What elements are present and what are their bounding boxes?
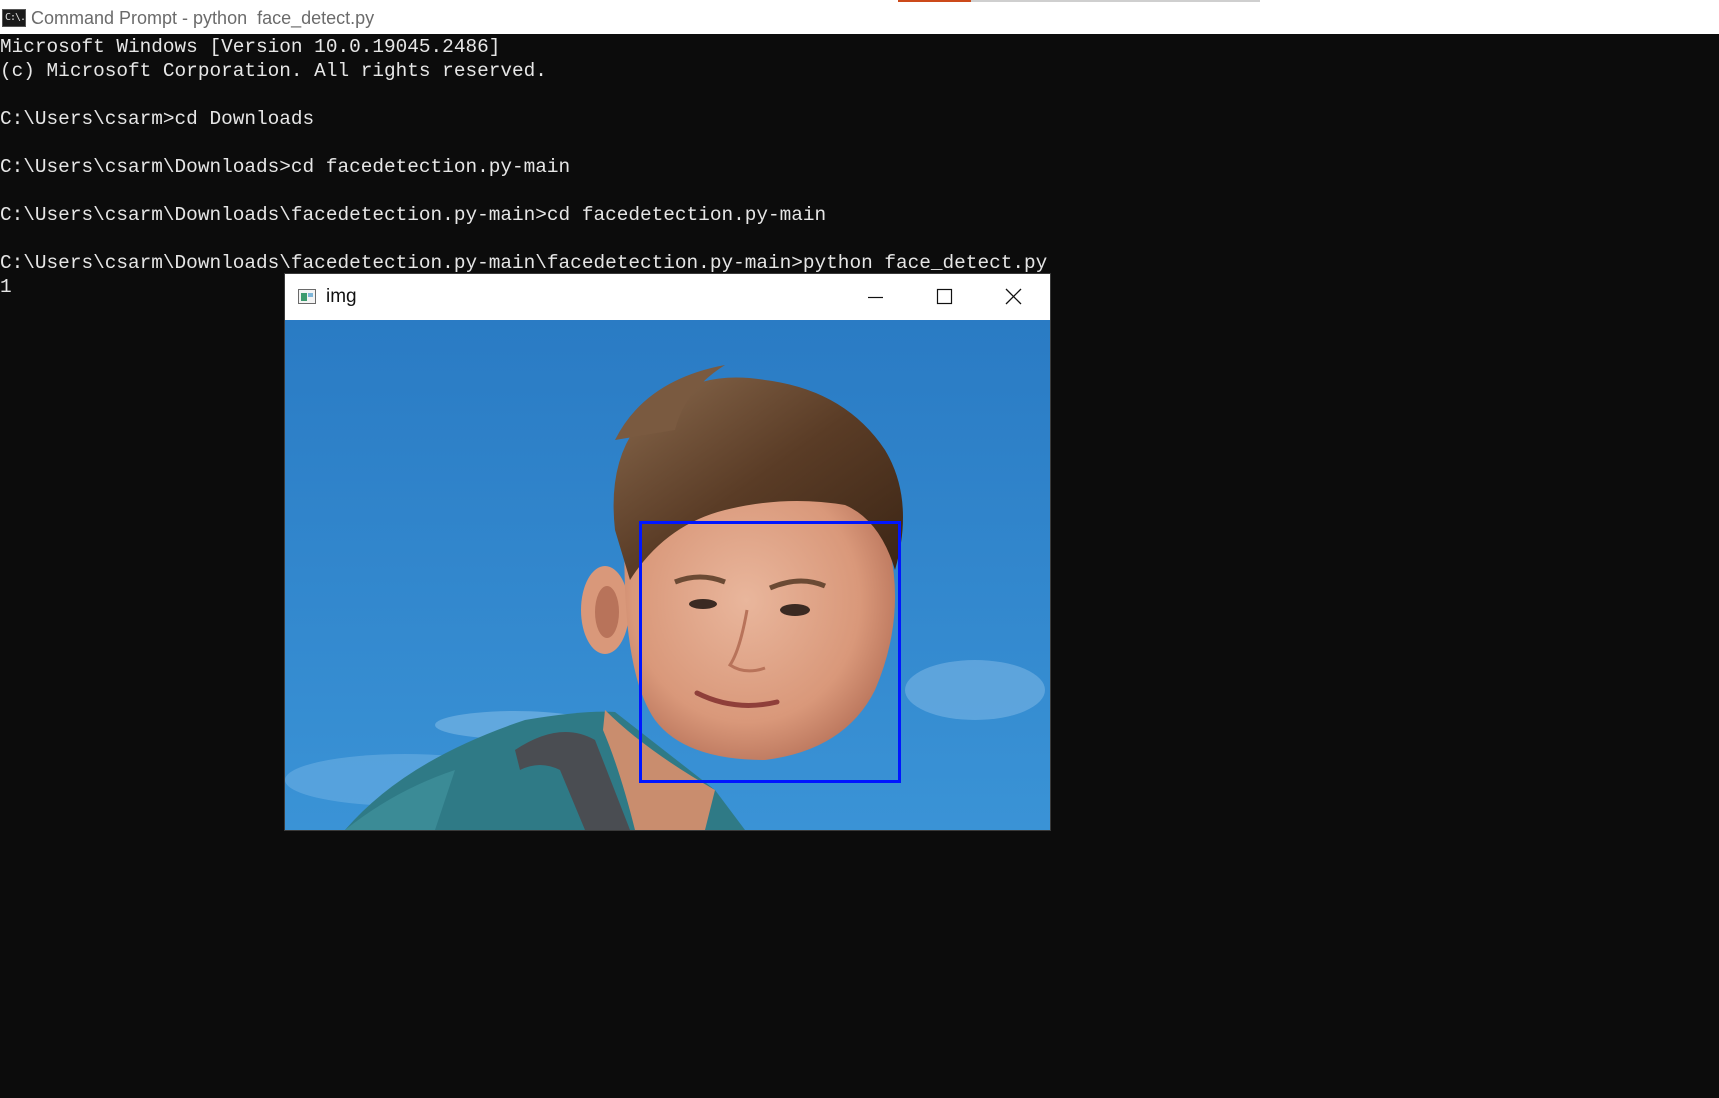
img-window-title: img: [326, 286, 357, 307]
console-title-bar[interactable]: C:\. Command Prompt - python face_detect…: [0, 0, 1719, 34]
command-prompt-icon: C:\.: [2, 9, 26, 27]
img-window-title-bar[interactable]: img: [285, 274, 1050, 320]
maximize-icon: [936, 288, 953, 305]
taskbar-active-indicator: [898, 0, 971, 2]
command-prompt-icon-label: C:\.: [5, 12, 26, 23]
console-line: C:\Users\csarm\Downloads>cd facedetectio…: [0, 156, 571, 178]
minimize-button[interactable]: [841, 274, 909, 320]
img-window[interactable]: img: [285, 274, 1050, 830]
close-icon: [1005, 288, 1022, 305]
console-line: C:\Users\csarm\Downloads\facedetection.p…: [0, 204, 827, 226]
console-line: Microsoft Windows [Version 10.0.19045.24…: [0, 36, 501, 58]
console-line: C:\Users\csarm\Downloads\facedetection.p…: [0, 252, 1048, 274]
image-display: [285, 320, 1050, 830]
window-title: Command Prompt - python face_detect.py: [31, 8, 375, 28]
face-detection-box: [639, 521, 901, 783]
console-line: C:\Users\csarm>cd Downloads: [0, 108, 315, 130]
console-output[interactable]: Microsoft Windows [Version 10.0.19045.24…: [0, 35, 1719, 299]
minimize-icon: [868, 296, 883, 299]
console-line: (c) Microsoft Corporation. All rights re…: [0, 60, 547, 82]
image-app-icon: [298, 289, 316, 304]
maximize-button[interactable]: [909, 274, 977, 320]
close-button[interactable]: [977, 274, 1050, 320]
taskbar-indicator-line: [971, 0, 1260, 2]
